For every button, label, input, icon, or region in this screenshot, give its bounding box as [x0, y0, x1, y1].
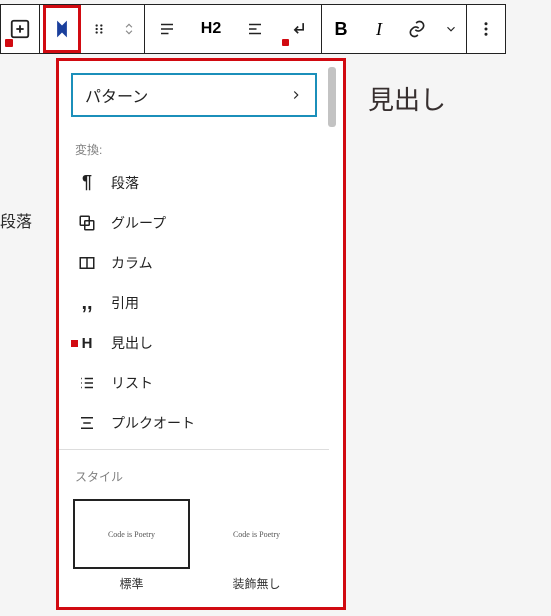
style-card-default[interactable]: Code is Poetry 標準 [73, 499, 190, 592]
transform-item-label: カラム [111, 253, 153, 273]
group-icon [77, 214, 97, 232]
style-preview-plain: Code is Poetry [198, 499, 315, 569]
transform-item-group[interactable]: グループ [59, 203, 329, 243]
transform-item-label: 見出し [111, 333, 153, 353]
drag-handle[interactable] [84, 5, 114, 53]
transform-item-label: 引用 [111, 293, 139, 313]
list-icon [77, 374, 97, 392]
style-card-plain[interactable]: Code is Poetry 装飾無し [198, 499, 315, 592]
move-updown-button[interactable] [114, 5, 144, 53]
insert-return-button[interactable] [277, 5, 321, 53]
divider [59, 449, 329, 450]
style-label: 装飾無し [198, 569, 315, 592]
transform-item-label: リスト [111, 373, 153, 393]
transform-section-label: 変換: [59, 129, 329, 162]
style-previews: Code is Poetry 標準 Code is Poetry 装飾無し [59, 489, 329, 596]
page-heading-block[interactable]: 見出し [368, 80, 446, 117]
scrollbar-thumb[interactable] [328, 67, 336, 127]
bold-button[interactable]: B [322, 5, 360, 53]
indicator-dot-icon [71, 340, 78, 347]
toolbar: H2 B I [0, 4, 506, 54]
patterns-menu-item[interactable]: パターン [71, 73, 317, 117]
transform-item-quote[interactable]: ,, 引用 [59, 283, 329, 323]
heading-icon: H [77, 335, 97, 352]
style-label: 標準 [73, 569, 190, 592]
block-transform-panel: パターン 変換: ¶ 段落 グループ カラム [56, 58, 346, 610]
pilcrow-icon: ¶ [77, 172, 97, 193]
options-button[interactable] [467, 5, 505, 53]
block-type-heading-button[interactable] [43, 5, 81, 53]
sidebar-fragment-paragraph: 段落 [0, 208, 32, 232]
add-block-button[interactable] [1, 5, 39, 53]
columns-icon [77, 254, 97, 272]
link-button[interactable] [398, 5, 436, 53]
patterns-label: パターン [85, 83, 148, 107]
text-align-button[interactable] [233, 5, 277, 53]
transform-item-label: 段落 [111, 173, 139, 193]
transform-item-label: プルクオート [111, 413, 195, 433]
transform-item-label: グループ [111, 213, 166, 233]
transform-item-columns[interactable]: カラム [59, 243, 329, 283]
align-button[interactable] [145, 5, 189, 53]
pullquote-icon [77, 414, 97, 432]
style-section-label: スタイル [59, 456, 329, 489]
quote-icon: ,, [77, 298, 97, 308]
transform-item-list[interactable]: リスト [59, 363, 329, 403]
transform-item-heading[interactable]: H 見出し [59, 323, 329, 363]
more-rich-text-button[interactable] [436, 5, 466, 53]
transform-item-pullquote[interactable]: プルクオート [59, 403, 329, 443]
heading-level-button[interactable]: H2 [189, 5, 233, 53]
style-preview-default: Code is Poetry [73, 499, 190, 569]
transform-item-paragraph[interactable]: ¶ 段落 [59, 162, 329, 203]
italic-button[interactable]: I [360, 5, 398, 53]
chevron-right-icon [289, 88, 303, 102]
